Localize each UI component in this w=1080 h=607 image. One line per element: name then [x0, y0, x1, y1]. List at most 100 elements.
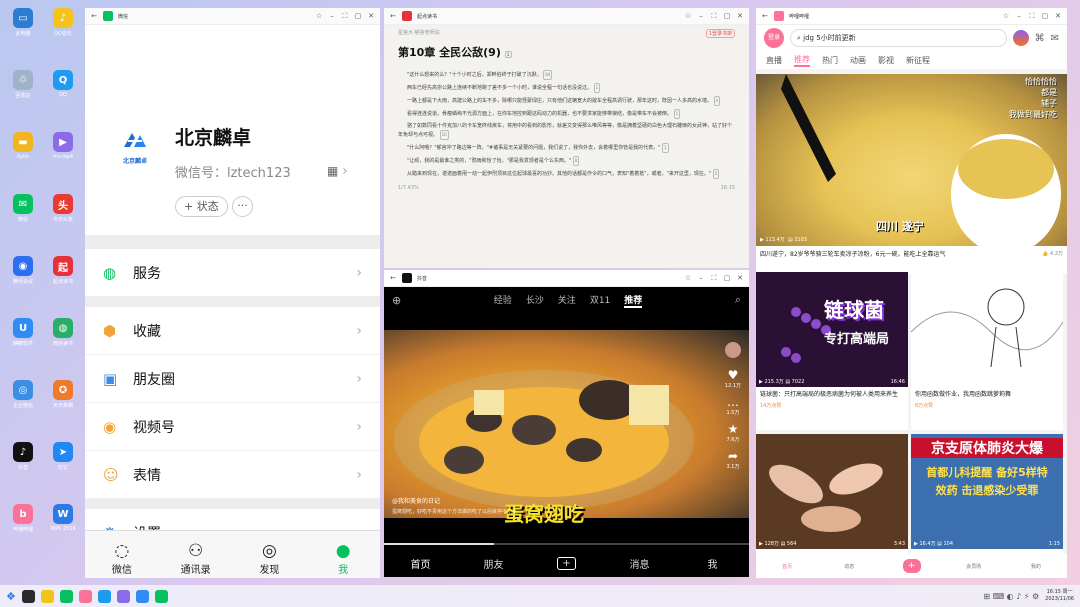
hero-video-card[interactable]: 恰恰恰恰 都是 辅子 我做到最好吃 四川 遂宁 ▶ 113.4万 ▤ 3103 四川遂… [756, 74, 1067, 274]
douyin-bottom-tab[interactable]: 我 [676, 556, 749, 571]
login-button[interactable]: 登录 [764, 28, 784, 48]
desktop-icon[interactable]: 起起点读书 [43, 256, 83, 285]
douyin-tab[interactable]: 推荐 [624, 293, 643, 308]
close-icon[interactable]: ✕ [736, 12, 744, 20]
game-icon[interactable]: ⌘ [1035, 33, 1045, 44]
video-card[interactable]: 京支原体肺炎大爆 首都儿科提醒 备好5样特效药 击退感染少受罪 ▶ 16.4万 ▤ … [911, 434, 1063, 556]
bilibili-tab[interactable]: 影视 [878, 55, 894, 66]
video-thumbnail[interactable]: ▶ 81.1万 ▤ 260 0:50 [911, 272, 1063, 387]
douyin-bottom-tab[interactable]: 消息 [603, 556, 676, 571]
douyin-bottom-tab[interactable]: + [530, 556, 603, 570]
menu-item-favorites[interactable]: ⬢ 收藏 › [85, 307, 380, 355]
bilibili-bottom-tab[interactable]: + [880, 559, 942, 573]
bilibili-bottom-tab[interactable]: 会员购 [943, 563, 1005, 570]
back-icon[interactable]: ← [389, 274, 397, 282]
desktop-icon[interactable]: ♪ QQ音乐 [43, 8, 83, 37]
maximize-icon[interactable]: ▢ [1041, 12, 1049, 20]
author-avatar[interactable] [725, 342, 741, 358]
douyin-tab[interactable]: 关注 [558, 293, 576, 308]
taskbar-app-icon[interactable] [59, 589, 73, 603]
maximize-icon[interactable]: ▢ [723, 274, 731, 282]
taskbar-app-icon[interactable] [21, 589, 35, 603]
search-input[interactable]: ⌕ jdg 5小时前更新 [790, 29, 1007, 47]
douyin-tab[interactable]: 经验 [494, 293, 512, 308]
comment-icon[interactable]: … [723, 395, 743, 409]
desktop-icon[interactable]: ◎ 企业微信 [3, 380, 43, 409]
close-icon[interactable]: ✕ [1054, 12, 1062, 20]
paragraph-comment-badge[interactable]: 1 [662, 143, 669, 153]
bilibili-bottom-tab[interactable]: 我的 [1005, 563, 1067, 570]
mail-icon[interactable]: ✉ [1051, 33, 1059, 44]
menu-item-service[interactable]: ◍ 服务 › [85, 249, 380, 297]
paragraph-comment-badge[interactable]: 1 [593, 83, 601, 93]
avatar[interactable]: 北京麟卓 [115, 127, 155, 171]
video-thumbnail[interactable]: ▶ 128万 ▤ 564 3:43 [756, 434, 908, 549]
status-button[interactable]: + 状态 [175, 196, 228, 217]
paragraph-comment-badge[interactable]: 8 [572, 156, 580, 166]
video-progress[interactable] [384, 543, 749, 545]
douyin-tab[interactable]: 双11 [590, 293, 610, 308]
tab-contacts[interactable]: ⚇ 通讯录 [159, 531, 233, 578]
menu-item-moments[interactable]: ▣ 朋友圈 › [85, 355, 380, 403]
pin-icon[interactable]: ☆ [684, 274, 692, 282]
fullscreen-icon[interactable]: ⛶ [1028, 12, 1036, 21]
back-icon[interactable]: ← [761, 12, 769, 20]
close-icon[interactable]: ✕ [367, 12, 375, 20]
back-icon[interactable]: ← [389, 12, 397, 20]
bilibili-tab[interactable]: 动画 [850, 55, 866, 66]
pin-icon[interactable]: ☆ [1002, 12, 1010, 20]
user-avatar[interactable] [1012, 30, 1029, 46]
video-card[interactable]: 链球菌 专打高端局 ▶ 215.3万 ▤ 7022 16:46 链球菌：只打高端局的极恶… [756, 272, 908, 430]
desktop-icon[interactable]: Q QQ [43, 70, 83, 98]
desktop-icon[interactable]: 头今日头条 [43, 194, 83, 223]
desktop-icon[interactable]: W WPS 2019 [43, 504, 83, 532]
tab-me[interactable]: ● 我 [306, 531, 380, 578]
bilibili-tab[interactable]: 直播 [766, 55, 782, 66]
video-thumbnail[interactable]: 京支原体肺炎大爆 首都儿科提醒 备好5样特效药 击退感染少受罪 ▶ 16.4万 ▤ … [911, 434, 1063, 549]
taskbar-app-icon[interactable] [154, 589, 168, 603]
desktop-icon[interactable]: ▭ 此电脑 [3, 8, 43, 37]
comment-badge[interactable]: 1 [504, 51, 512, 58]
add-icon[interactable]: ⊕ [392, 294, 401, 307]
paragraph-comment-badge[interactable]: 84 [543, 70, 553, 80]
fullscreen-icon[interactable]: ⛶ [710, 274, 718, 283]
desktop-icon[interactable]: ♲ 回收站 [3, 70, 43, 99]
clock[interactable]: 16:15 周一 2023/11/06 [1045, 589, 1074, 603]
paragraph-comment-badge[interactable]: 1 [673, 109, 681, 119]
favorite-icon[interactable]: ★ [723, 422, 743, 436]
pin-icon[interactable]: ☆ [315, 12, 323, 20]
tray-icons[interactable]: ⊞ ⌨ ◐ ♪ ⚡ ⚙ [983, 592, 1039, 601]
desktop-icon[interactable]: ▶ mv.mp4 [43, 132, 83, 160]
start-menu-icon[interactable]: ❖ [6, 590, 16, 603]
douyin-bottom-tab[interactable]: 首页 [384, 556, 457, 571]
taskbar-app-icon[interactable] [97, 589, 111, 603]
menu-item-channels[interactable]: ◉ 视频号 › [85, 403, 380, 451]
desktop-icon[interactable]: ✪ 天天象棋 [43, 380, 83, 409]
video-card[interactable]: ▶ 128万 ▤ 564 3:43 [756, 434, 908, 556]
bookshelf-badge[interactable]: 1登录书架 [705, 29, 735, 38]
bilibili-bottom-tab[interactable]: 首页 [756, 563, 818, 570]
menu-item-sticker[interactable]: ☺ 表情 › [85, 451, 380, 499]
taskbar-app-icon[interactable] [78, 589, 92, 603]
search-icon[interactable]: ⌕ [735, 293, 741, 307]
desktop-icon[interactable]: ✉ 微信 [3, 194, 43, 223]
hero-thumbnail[interactable]: 恰恰恰恰 都是 辅子 我做到最好吃 四川 遂宁 ▶ 113.4万 ▤ 3103 [756, 74, 1067, 246]
share-icon[interactable]: ➦ [723, 449, 743, 463]
profile-card[interactable]: 北京麟卓 北京麟卓 微信号：lztech123 ▦ › + 状态 ··· [85, 25, 380, 235]
bilibili-bottom-tab[interactable]: 动态 [818, 563, 880, 570]
desktop-icon[interactable]: b 哔哩哔哩 [3, 504, 43, 533]
paragraph-comment-badge[interactable]: 10 [439, 130, 449, 140]
paragraph-comment-badge[interactable]: 4 [713, 96, 721, 106]
maximize-icon[interactable]: ▢ [723, 12, 731, 20]
reader-content[interactable]: 星宫大·郁宫老师说 1登录书架 第10章 全民公敌(9) 1 "这什么想来的么？… [384, 25, 749, 195]
taskbar-app-icon[interactable] [116, 589, 130, 603]
taskbar-app-icon[interactable] [135, 589, 149, 603]
tab-chat[interactable]: ◌ 微信 [85, 531, 159, 578]
desktop-icon[interactable]: U 麒麟软件 [3, 318, 43, 347]
desktop-icon[interactable]: ♪ 抖音 [3, 442, 43, 471]
video-thumbnail[interactable]: 链球菌 专打高端局 ▶ 215.3万 ▤ 7022 16:46 [756, 272, 908, 387]
video-author[interactable]: @我和美食的日记 [392, 496, 440, 505]
fullscreen-icon[interactable]: ⛶ [710, 12, 718, 21]
desktop-icon[interactable]: ◍ 微信读书 [43, 318, 83, 347]
minimize-icon[interactable]: – [328, 12, 336, 20]
